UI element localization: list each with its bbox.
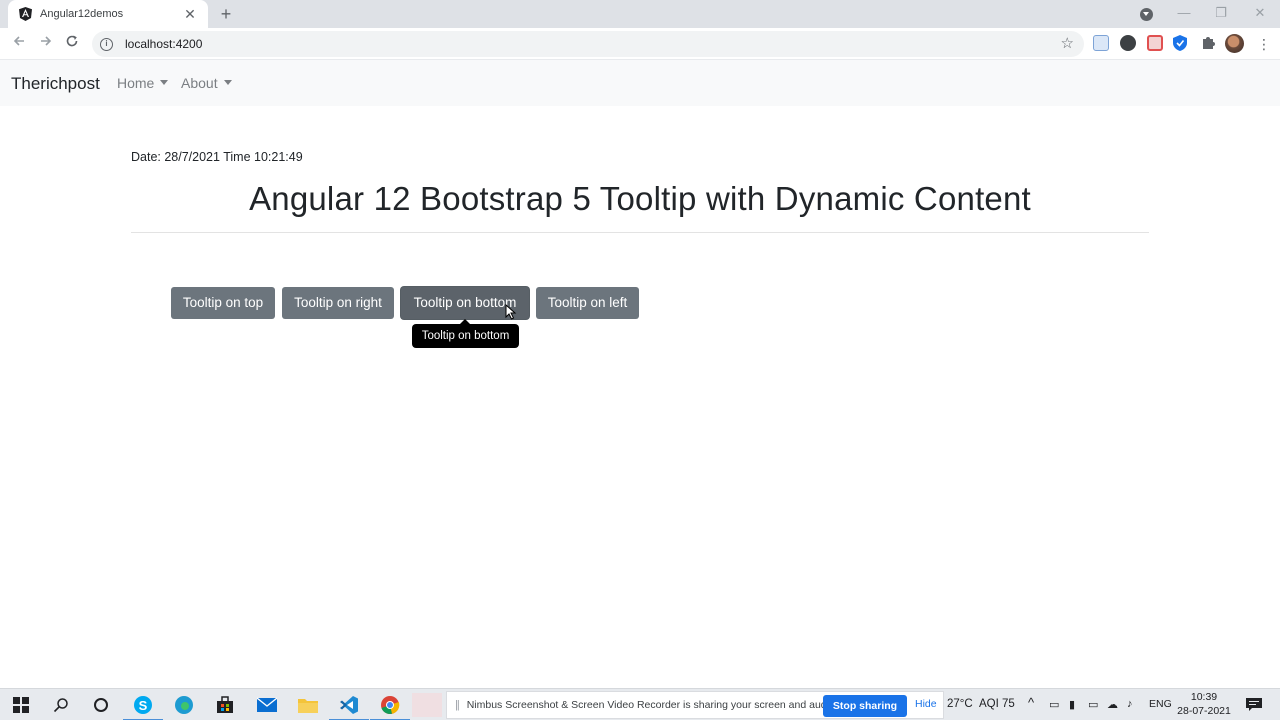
share-message: Nimbus Screenshot & Screen Video Recorde…: [466, 699, 838, 711]
tab-search-icon[interactable]: [1140, 8, 1153, 21]
edge-icon[interactable]: [172, 693, 196, 717]
back-arrow-icon[interactable]: [9, 34, 29, 54]
tab-title: Angular12demos: [40, 8, 124, 20]
reload-icon[interactable]: [62, 34, 82, 54]
angular-favicon-icon: [18, 7, 32, 21]
skype-icon[interactable]: S: [123, 693, 163, 720]
notifications-icon[interactable]: [1242, 693, 1266, 717]
caret-down-icon: [160, 80, 169, 85]
datetime-text: Date: 28/7/2021 Time 10:21:49: [131, 150, 303, 164]
nav-item-about-label: About: [181, 75, 218, 91]
system-clock[interactable]: 10:39 28-07-2021: [1176, 690, 1232, 718]
caret-down-icon: [223, 80, 232, 85]
windows-start-icon[interactable]: [9, 693, 33, 717]
store-icon[interactable]: [213, 693, 237, 717]
tab-close-icon[interactable]: ✕: [182, 6, 198, 22]
microphone-icon[interactable]: ▮: [1069, 698, 1075, 711]
language-indicator[interactable]: ENG: [1149, 698, 1172, 710]
volume-icon[interactable]: ♪: [1127, 698, 1133, 710]
screen-recorder-icon[interactable]: [1147, 35, 1163, 51]
file-explorer-icon[interactable]: [296, 693, 320, 717]
vscode-icon[interactable]: [329, 693, 369, 720]
puzzle-extensions-icon[interactable]: [1200, 35, 1216, 51]
weather-temperature[interactable]: 27°C: [947, 698, 973, 710]
tooltip-top-button[interactable]: Tooltip on top: [171, 287, 275, 319]
hide-button[interactable]: Hide: [915, 698, 937, 710]
site-navbar: Therichpost Home About: [0, 60, 1280, 106]
battery-icon[interactable]: ▭: [1088, 698, 1098, 711]
extension-icon[interactable]: [1120, 35, 1136, 51]
tooltip-left-button[interactable]: Tooltip on left: [536, 287, 639, 319]
forward-arrow-icon[interactable]: [36, 34, 56, 54]
svg-text:S: S: [139, 698, 148, 713]
new-tab-button[interactable]: +: [216, 5, 236, 23]
nav-item-about[interactable]: About: [181, 75, 232, 91]
browser-tab[interactable]: Angular12demos ✕: [8, 0, 208, 28]
close-window-button[interactable]: ✕: [1250, 4, 1270, 22]
air-quality-index[interactable]: AQI 75: [979, 698, 1015, 710]
chevron-up-icon[interactable]: ^: [1028, 695, 1034, 710]
drag-grip-icon[interactable]: ||: [455, 699, 460, 711]
address-bar[interactable]: i localhost:4200 ☆: [92, 31, 1084, 57]
restore-button[interactable]: ❐: [1211, 4, 1231, 22]
screen-share-bar: || Nimbus Screenshot & Screen Video Reco…: [446, 691, 944, 719]
stop-sharing-button[interactable]: Stop sharing: [823, 695, 907, 717]
browser-toolbar: i localhost:4200 ☆ ⋮: [0, 28, 1280, 60]
bookmark-star-icon[interactable]: ☆: [1061, 35, 1074, 53]
minimize-button[interactable]: —: [1174, 4, 1194, 22]
profile-avatar[interactable]: [1225, 34, 1244, 53]
extension-icon[interactable]: [1093, 35, 1109, 51]
page-title: Angular 12 Bootstrap 5 Tooltip with Dyna…: [249, 180, 1031, 217]
browser-menu-icon[interactable]: ⋮: [1257, 35, 1271, 53]
clock-time: 10:39: [1190, 691, 1218, 703]
tooltip: Tooltip on bottom: [412, 324, 519, 348]
chrome-icon[interactable]: [370, 693, 410, 720]
cortana-icon[interactable]: [89, 693, 113, 717]
search-icon[interactable]: [49, 693, 73, 717]
tooltip-right-button[interactable]: Tooltip on right: [282, 287, 394, 319]
windows-taskbar: S || Nimbus Screenshot & Screen Video Re…: [0, 688, 1280, 720]
taskbar-app-thumbnail[interactable]: [412, 693, 442, 717]
onedrive-cloud-icon[interactable]: ☁: [1107, 698, 1118, 711]
clock-date: 28-07-2021: [1177, 705, 1231, 717]
navbar-brand[interactable]: Therichpost: [11, 74, 100, 94]
divider: [131, 232, 1149, 233]
site-info-icon[interactable]: i: [100, 37, 113, 51]
nav-item-home[interactable]: Home: [117, 75, 169, 91]
meet-now-icon[interactable]: ▭: [1049, 698, 1059, 711]
mouse-cursor-icon: [505, 304, 517, 320]
browser-tab-strip: Angular12demos ✕ + — ❐ ✕: [0, 0, 1280, 28]
shield-icon[interactable]: [1173, 35, 1189, 51]
mail-icon[interactable]: [255, 693, 279, 717]
url-text: localhost:4200: [125, 37, 203, 51]
nav-item-home-label: Home: [117, 75, 155, 91]
